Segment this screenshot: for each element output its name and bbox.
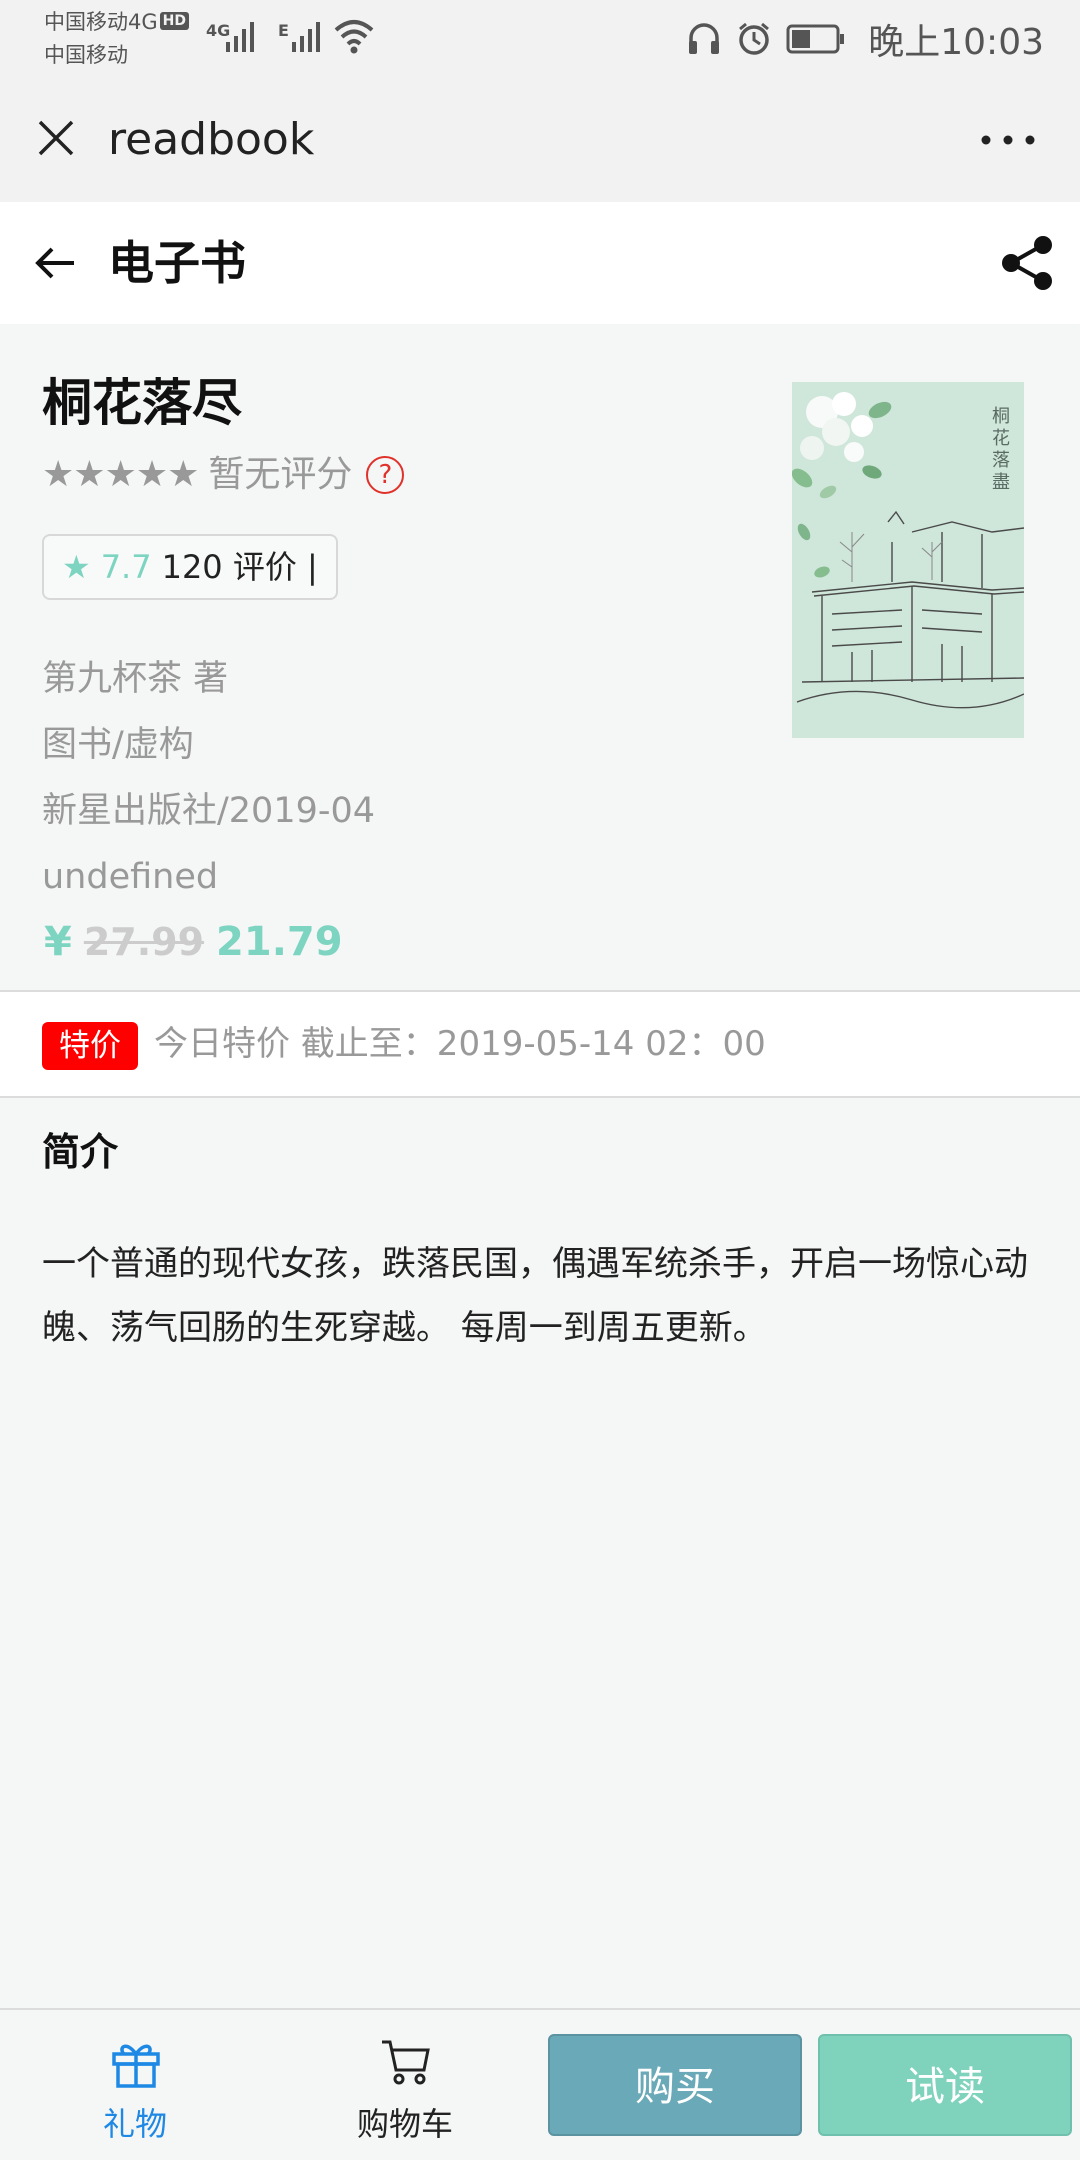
summary-heading: 简介: [42, 1130, 119, 1174]
cover-title: 桐 花 落 盡: [992, 406, 1010, 493]
cart-label: 购物车: [356, 2105, 453, 2143]
close-icon[interactable]: [34, 116, 78, 160]
shopping-cart-icon: [382, 2040, 430, 2085]
original-price: 27.99: [83, 920, 205, 964]
buy-button[interactable]: 购买: [548, 2034, 802, 2136]
summary-body: 一个普通的现代女孩，跌落民国，偶遇军统杀手，开启一场惊心动魄、荡气回肠的生死穿越…: [42, 1244, 1028, 1348]
rating-text: 暂无评分: [208, 454, 353, 495]
back-arrow-icon[interactable]: [30, 238, 80, 288]
signal-1-label: 4G: [206, 21, 230, 40]
score-value: 7.7: [100, 548, 152, 586]
gift-button[interactable]: 礼物: [0, 2010, 270, 2160]
signal-2-label: E: [278, 21, 289, 40]
webview-title: readbook: [108, 114, 315, 165]
app-header: 电子书: [0, 202, 1080, 324]
carrier-2: 中国移动: [44, 43, 128, 67]
share-icon[interactable]: [996, 232, 1058, 294]
signal-icon: 4G E: [206, 20, 374, 54]
gift-label: 礼物: [102, 2105, 167, 2143]
currency-symbol: ¥: [44, 919, 72, 965]
book-category: 图书/虚构: [42, 725, 194, 765]
score-star-icon: ★: [62, 548, 91, 586]
try-read-button[interactable]: 试读: [818, 2034, 1072, 2136]
svg-text:盡: 盡: [992, 472, 1010, 493]
book-info: 桐花落尽 ★★★★★ 暂无评分 ? ★ 7.7 120 评价 | 第九杯茶 著 …: [0, 324, 1080, 990]
gift-icon: [112, 2044, 160, 2088]
promo-text: 今日特价 截止至：2019-05-14 02：00: [154, 1024, 766, 1064]
book-title: 桐花落尽: [42, 374, 242, 432]
book-extra: undefined: [42, 857, 219, 897]
svg-text:桐: 桐: [992, 406, 1010, 427]
page-title: 电子书: [108, 236, 246, 290]
headphones-icon: [689, 23, 720, 54]
carrier-1: 中国移动4G: [44, 10, 158, 34]
book-author: 第九杯茶 著: [42, 659, 229, 699]
alarm-icon: [739, 22, 770, 55]
special-price-badge: 特价: [42, 1022, 138, 1070]
help-icon[interactable]: ?: [366, 456, 405, 494]
promo-bar: 特价 今日特价 截止至：2019-05-14 02：00: [0, 992, 1080, 1096]
wifi-icon: [334, 20, 374, 54]
book-cover[interactable]: 桐 花 落 盡: [792, 382, 1024, 738]
more-options-icon[interactable]: [978, 130, 1038, 150]
hd-badge: HD: [159, 12, 189, 30]
rating-row: ★★★★★ 暂无评分 ?: [42, 450, 405, 500]
review-count: 120 评价 |: [161, 548, 318, 586]
rating-stars: ★★★★★: [42, 454, 199, 495]
book-publisher: 新星出版社/2019-04: [42, 791, 376, 831]
clock: 晚上10:03: [868, 22, 1044, 63]
svg-text:花: 花: [992, 428, 1010, 449]
carrier-info: 中国移动4G HD 中国移动: [44, 6, 189, 72]
status-bar: 中国移动4G HD 中国移动 4G E 晚上10:03: [0, 0, 1080, 80]
cart-button[interactable]: 购物车: [270, 2010, 540, 2160]
battery-icon: [786, 24, 845, 54]
sale-price: 21.79: [216, 919, 343, 965]
page: 中国移动4G HD 中国移动 4G E 晚上10:03 readbook 电子书…: [0, 0, 1080, 2160]
score-badge[interactable]: ★ 7.7 120 评价 |: [42, 534, 338, 600]
webview-bar: readbook: [0, 80, 1080, 202]
status-right: 晚上10:03: [686, 14, 1044, 64]
bottom-action-bar: 礼物 购物车 购买 试读: [0, 2008, 1080, 2160]
divider: [0, 1096, 1080, 1098]
svg-text:落: 落: [992, 450, 1010, 471]
price-row: ¥ 27.99 21.79: [44, 914, 343, 970]
